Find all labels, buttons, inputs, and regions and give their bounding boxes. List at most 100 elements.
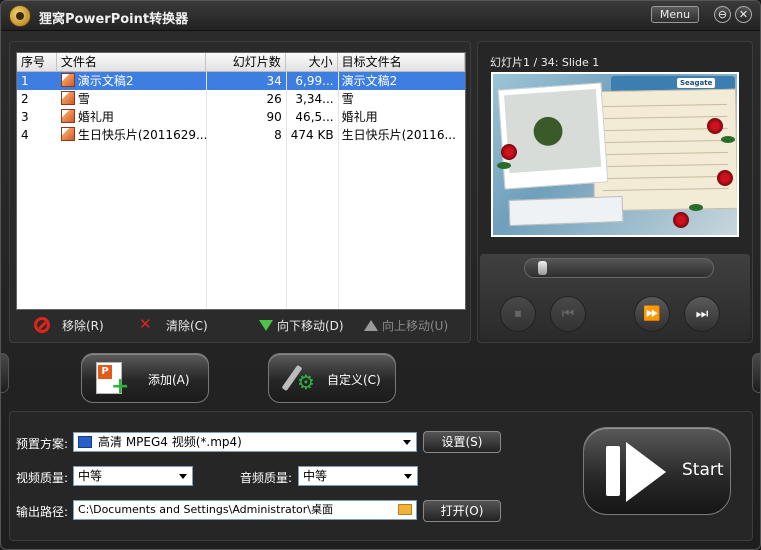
preview-panel: 幻灯片1 / 34: Slide 1 Seagate ⏹ ⏮ ⏩ ⏭ xyxy=(477,41,753,343)
leaf-decoration xyxy=(497,162,511,169)
table-row[interactable]: 2 雪 26 3,34... 雪 xyxy=(17,90,465,108)
rewind-button[interactable]: ⏮ xyxy=(550,296,586,332)
row-target: 演示文稿2 xyxy=(341,74,398,88)
move-up-button[interactable]: 向上移动(U) xyxy=(364,314,448,336)
video-quality-value: 中等 xyxy=(78,469,103,483)
ppt-file-icon xyxy=(60,91,75,105)
right-side-knob xyxy=(752,353,760,393)
remove-label: 移除(R) xyxy=(62,318,104,333)
audio-quality-select[interactable]: 中等 xyxy=(298,466,418,486)
minimize-button[interactable]: ⊖ xyxy=(714,6,731,23)
row-target: 婚礼用 xyxy=(341,110,378,124)
leaf-decoration xyxy=(689,204,703,211)
video-quality-select[interactable]: 中等 xyxy=(73,466,193,486)
col-header-target[interactable]: 目标文件名 xyxy=(338,53,465,72)
rose-decoration xyxy=(673,212,689,228)
column-divider xyxy=(206,72,207,309)
audio-quality-label: 音频质量: xyxy=(240,471,293,485)
col-header-slides[interactable]: 幻灯片数 xyxy=(206,53,286,72)
fast-forward-button[interactable]: ⏩ xyxy=(634,296,670,332)
title-bar: 狸窝PowerPoint转换器 Menu ⊖ ✕ xyxy=(1,1,760,31)
list-actions-bar: 移除(R) 清除(C) 向下移动(D) 向上移动(U) xyxy=(16,314,466,336)
output-path-value: C:\Documents and Settings\Administrator\… xyxy=(78,503,334,516)
row-filename-text: 雪 xyxy=(77,92,90,106)
col-header-filename[interactable]: 文件名 xyxy=(57,53,207,72)
output-path-field[interactable]: C:\Documents and Settings\Administrator\… xyxy=(73,500,417,520)
col-header-index[interactable]: 序号 xyxy=(17,53,57,72)
chevron-down-icon[interactable] xyxy=(400,467,417,485)
row-slides: 90 xyxy=(266,110,282,124)
table-row[interactable]: 4 生日快乐片(2011629... 8 474 KB 生日快乐片(20116.… xyxy=(17,126,465,144)
row-size: 474 KB xyxy=(290,128,334,142)
slide-caption-card xyxy=(508,196,624,226)
table-row[interactable]: 1 演示文稿2 34 6,99... 演示文稿2 xyxy=(17,72,465,90)
start-button[interactable]: Start xyxy=(583,427,731,515)
video-format-icon xyxy=(78,436,92,448)
clear-icon xyxy=(138,315,154,333)
row-size: 6,99... xyxy=(295,74,334,88)
ppt-file-icon xyxy=(60,73,75,87)
slide-brand: Seagate xyxy=(677,78,716,88)
start-bar-icon xyxy=(606,446,620,496)
row-slides: 8 xyxy=(274,128,282,142)
app-logo-icon xyxy=(9,5,31,27)
row-target: 雪 xyxy=(341,92,354,106)
row-filename: 雪 xyxy=(57,90,206,108)
add-button[interactable]: 添加(A) xyxy=(81,353,209,403)
file-list-panel: 序号 文件名 幻灯片数 大小 目标文件名 1 演示文稿2 34 6,99... … xyxy=(9,41,471,343)
col-header-size[interactable]: 大小 xyxy=(286,53,338,72)
next-icon: ⏭ xyxy=(695,306,709,322)
audio-quality-value: 中等 xyxy=(303,469,328,483)
rose-decoration xyxy=(501,144,517,160)
preset-value: 高清 MPEG4 视频(*.mp4) xyxy=(98,435,242,449)
preview-title: 幻灯片1 / 34: Slide 1 xyxy=(490,56,600,69)
close-button[interactable]: ✕ xyxy=(735,6,752,23)
row-filename-text: 婚礼用 xyxy=(77,110,114,124)
slide-photo xyxy=(497,82,609,190)
ppt-file-icon xyxy=(60,127,75,141)
preset-label: 预置方案: xyxy=(16,437,69,451)
slide-letter-paper xyxy=(591,88,737,212)
chevron-down-icon[interactable] xyxy=(399,433,416,451)
column-divider xyxy=(286,72,287,309)
row-index: 4 xyxy=(21,128,29,142)
row-index: 2 xyxy=(21,92,29,106)
move-down-button[interactable]: 向下移动(D) xyxy=(259,314,344,336)
customize-button[interactable]: 自定义(C) xyxy=(268,353,396,403)
row-slides: 34 xyxy=(266,74,282,88)
start-button-label: Start xyxy=(682,460,724,480)
app-title: 狸窝PowerPoint转换器 xyxy=(39,12,189,27)
row-filename: 婚礼用 xyxy=(57,108,206,126)
move-down-label: 向下移动(D) xyxy=(277,318,344,333)
row-index: 3 xyxy=(21,110,29,124)
rewind-icon: ⏮ xyxy=(561,306,575,322)
fast-forward-icon: ⏩ xyxy=(643,306,661,322)
next-slide-button[interactable]: ⏭ xyxy=(684,296,720,332)
rose-decoration xyxy=(707,118,723,134)
add-button-label: 添加(A) xyxy=(148,373,190,387)
left-side-knob xyxy=(1,353,9,393)
row-filename: 生日快乐片(2011629... xyxy=(57,126,206,144)
menu-button[interactable]: Menu xyxy=(651,6,699,23)
slide-thumbnail: Seagate xyxy=(491,72,739,237)
seek-thumb[interactable] xyxy=(538,261,547,275)
seek-slider[interactable] xyxy=(524,258,714,278)
clear-button[interactable]: 清除(C) xyxy=(138,314,208,336)
rose-decoration xyxy=(717,170,733,186)
table-row[interactable]: 3 婚礼用 90 46,5... 婚礼用 xyxy=(17,108,465,126)
column-divider xyxy=(338,72,339,309)
ppt-file-icon xyxy=(60,109,75,123)
row-filename-text: 生日快乐片(2011629... xyxy=(77,128,207,142)
row-filename-text: 演示文稿2 xyxy=(77,74,134,88)
open-folder-button[interactable]: 打开(O) xyxy=(423,500,501,522)
row-target: 生日快乐片(20116... xyxy=(341,128,456,142)
remove-button[interactable]: 移除(R) xyxy=(34,314,104,336)
move-up-label: 向上移动(U) xyxy=(382,318,449,333)
stop-button[interactable]: ⏹ xyxy=(500,296,536,332)
preset-select[interactable]: 高清 MPEG4 视频(*.mp4) xyxy=(73,432,417,452)
folder-icon[interactable] xyxy=(398,504,412,515)
table-header: 序号 文件名 幻灯片数 大小 目标文件名 xyxy=(17,53,465,72)
chevron-down-icon[interactable] xyxy=(175,467,192,485)
settings-button[interactable]: 设置(S) xyxy=(423,431,501,453)
row-index: 1 xyxy=(21,74,29,88)
